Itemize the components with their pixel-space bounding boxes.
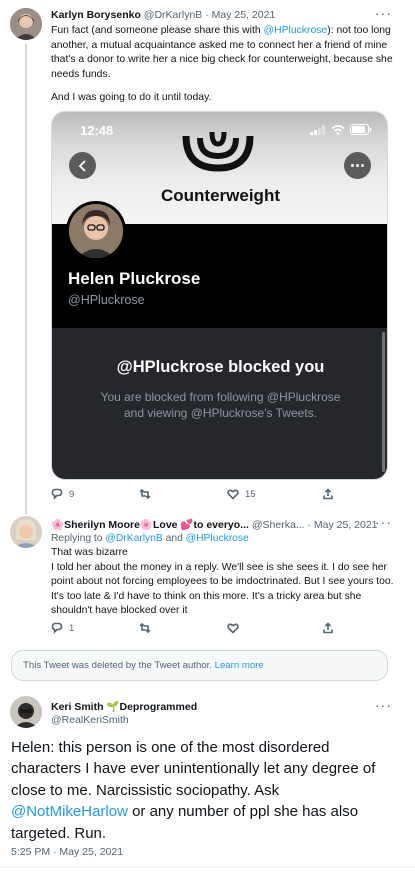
author-handle[interactable]: @DrKarlynB (144, 9, 203, 21)
avatar-karlyn[interactable] (10, 8, 42, 40)
blocked-title: @HPluckrose blocked you (116, 358, 325, 376)
more-icon[interactable] (344, 152, 371, 179)
avatar-keri[interactable] (10, 696, 42, 728)
tweet1-header: Karlyn Borysenko @DrKarlynB · May 25, 20… (51, 9, 275, 21)
status-time: 12:48 (80, 123, 114, 138)
tweet1-text-a: Fun fact (and someone please share this … (51, 25, 264, 36)
mention-notmikeharlow[interactable]: @NotMikeHarlow (11, 803, 128, 820)
reply-icon (51, 488, 63, 500)
retweet-button[interactable] (139, 488, 227, 500)
share-button[interactable] (322, 488, 334, 500)
embedded-image[interactable]: 12:48 Counterweight Helen Pluckrose @HPl… (51, 111, 388, 480)
profile-avatar[interactable] (66, 201, 126, 261)
like-icon (227, 489, 239, 500)
reply-icon (51, 622, 63, 634)
reply-button[interactable]: 1 (51, 622, 139, 634)
share-button[interactable] (322, 622, 334, 634)
tweet-date[interactable]: May 25, 2021 (314, 519, 378, 531)
tweet-date[interactable]: May 25, 2021 (212, 9, 276, 21)
avatar-image (10, 696, 42, 728)
thread-line (25, 44, 27, 514)
signal-icon (310, 124, 325, 135)
tweet1-text-p2: And I was going to do it until today. (51, 92, 212, 103)
blocked-sub-1: You are blocked from following @HPluckro… (100, 390, 341, 404)
chevron-left-icon (78, 159, 86, 172)
back-icon[interactable] (69, 152, 96, 179)
tweet2-header: 🌸Sherilyn Moore🌸Love 💕to everyo... @Sher… (51, 518, 378, 531)
tweet1-text: Fun fact (and someone please share this … (51, 24, 397, 82)
deleted-tweet-notice: This Tweet was deleted by the Tweet auth… (11, 650, 388, 681)
like-count: 15 (245, 488, 256, 500)
retweet-icon (139, 622, 151, 634)
learn-more-link[interactable]: Learn more (215, 660, 264, 671)
avatar-sherilyn[interactable] (10, 516, 42, 548)
deleted-text: This Tweet was deleted by the Tweet auth… (23, 660, 215, 671)
profile-area (52, 328, 387, 479)
tweet1-actions: 9 15 (51, 488, 351, 500)
profile-handle: @HPluckrose (68, 293, 145, 307)
mention-drkarlynb[interactable]: @DrKarlynB (105, 533, 162, 544)
share-icon (323, 488, 333, 500)
avatar-image (10, 8, 42, 40)
divider (0, 867, 415, 868)
author-name[interactable]: 🌸Sherilyn Moore🌸Love 💕to everyo... (51, 519, 249, 531)
status-icons (310, 124, 372, 135)
more-icon[interactable]: ··· (375, 5, 392, 21)
retweet-icon (139, 488, 151, 500)
profile-name: Helen Pluckrose (68, 269, 201, 288)
mention-hpluckrose[interactable]: @HPluckrose (186, 533, 249, 544)
separator: · (205, 9, 209, 21)
more-icon[interactable]: ··· (375, 514, 392, 530)
blocked-sub-2: and viewing @HPluckrose's Tweets. (123, 406, 317, 420)
avatar-image (69, 204, 123, 258)
share-icon (323, 622, 333, 634)
reply-count: 1 (69, 622, 75, 634)
tweet3-handle[interactable]: @RealKeriSmith (51, 714, 129, 726)
reply-count: 9 (69, 488, 75, 500)
reply-button[interactable]: 9 (51, 488, 139, 500)
author-name[interactable]: Karlyn Borysenko (51, 9, 141, 21)
tweet3-text-a: Helen: this person is one of the most di… (11, 739, 376, 799)
replying-to-label: Replying to (51, 533, 106, 544)
mention-hpluckrose[interactable]: @HPluckrose (264, 25, 328, 36)
tweet2-actions: 1 (51, 622, 351, 634)
tweet3-name[interactable]: Keri Smith 🌱Deprogrammed (51, 700, 197, 713)
replying-and: and (162, 533, 186, 544)
tweet3-text: Helen: this person is one of the most di… (11, 737, 396, 844)
wifi-icon (331, 124, 345, 135)
tweet3-timestamp[interactable]: 5:25 PM · May 25, 2021 (11, 846, 123, 858)
scrollbar[interactable] (382, 332, 385, 472)
more-icon[interactable]: ··· (375, 697, 392, 713)
avatar-image (10, 516, 42, 548)
counterweight-logo (182, 131, 254, 172)
replying-to: Replying to @DrKarlynB and @HPluckrose (51, 532, 249, 547)
like-icon (227, 623, 239, 634)
retweet-button[interactable] (139, 622, 227, 634)
like-button[interactable] (227, 622, 322, 634)
like-button[interactable]: 15 (227, 488, 322, 500)
battery-icon (350, 124, 372, 135)
tweet2-text: That was bizarre I told her about the mo… (51, 547, 394, 617)
author-handle[interactable]: @Sherka... (252, 519, 305, 531)
separator: · (307, 519, 311, 531)
